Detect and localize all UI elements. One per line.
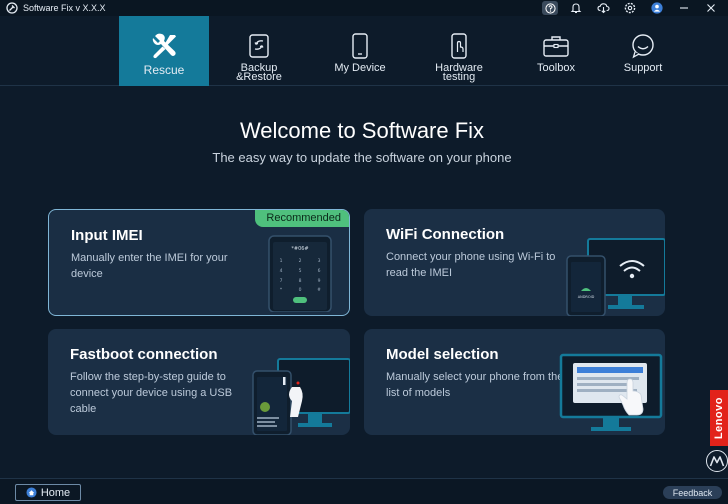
tab-label: My Device [334, 62, 386, 74]
tab-backup-restore[interactable]: Backup &Restore [217, 16, 301, 86]
phone-usb-illustration [252, 358, 350, 435]
svg-text:7: 7 [280, 278, 283, 284]
tab-support[interactable]: Support [604, 16, 682, 86]
page-title: Welcome to Software Fix [239, 118, 485, 143]
user-icon[interactable] [648, 0, 666, 16]
tab-label: Hardware testing [435, 62, 483, 83]
wifi-connection-card[interactable]: WiFi Connection Connect your phone using… [364, 209, 665, 316]
tab-toolbox[interactable]: Toolbox [516, 16, 596, 86]
fastboot-connection-card[interactable]: Fastboot connection Follow the step-by-s… [48, 329, 350, 435]
app-title: Software Fix v X.X.X [23, 3, 106, 13]
tab-hardware-testing[interactable]: Hardware testing [418, 16, 500, 86]
minimize-icon[interactable] [675, 0, 693, 16]
svg-text:#: # [317, 287, 321, 293]
card-title: Model selection [386, 346, 499, 363]
tab-label: Rescue [143, 63, 185, 77]
card-title: Fastboot connection [70, 346, 218, 363]
tab-my-device[interactable]: My Device [319, 16, 401, 86]
phone-monitor-wifi-illustration: ANDROID [566, 238, 665, 316]
phone-icon [350, 32, 370, 60]
card-title: WiFi Connection [386, 226, 505, 243]
backup-restore-icon [247, 32, 271, 60]
motorola-logo-icon[interactable] [706, 450, 728, 472]
toolbox-icon [542, 32, 570, 60]
card-description: Manually enter the IMEI for your device [71, 252, 228, 280]
lenovo-label: Lenovo [713, 396, 725, 440]
title-bar: Software Fix v X.X.X [0, 0, 728, 16]
svg-text:6: 6 [318, 268, 321, 274]
svg-text:2: 2 [299, 258, 302, 264]
svg-text:3: 3 [318, 258, 321, 264]
card-title: Input IMEI [71, 227, 143, 244]
card-description: Follow the step-by-step guide to connect… [70, 371, 233, 415]
home-icon [26, 487, 37, 498]
svg-text:4: 4 [280, 268, 283, 274]
dial-code-text: *#06# [291, 246, 308, 252]
chat-bubble-icon [630, 32, 656, 60]
model-selection-card[interactable]: Model selection Manually select your pho… [364, 329, 665, 435]
tab-label: Toolbox [537, 62, 575, 74]
title-bar-controls [533, 0, 720, 16]
bell-icon[interactable] [567, 0, 585, 16]
status-bar [0, 478, 728, 504]
close-icon[interactable] [702, 0, 720, 16]
card-description: Connect your phone using Wi-Fi to read t… [386, 251, 556, 279]
home-label: Home [40, 486, 71, 499]
recommended-badge: Recommended [255, 210, 349, 227]
card-description: Manually select your phone from the list… [386, 371, 564, 399]
main-nav: Rescue Backup &Restore My Device Hardwar… [0, 16, 728, 86]
svg-text:8: 8 [299, 278, 302, 284]
tab-label: Backup &Restore [236, 62, 282, 83]
app-logo-icon [6, 2, 18, 14]
wrench-screwdriver-icon [149, 32, 179, 60]
tab-label: Support [623, 62, 663, 74]
settings-icon[interactable] [621, 0, 639, 16]
help-icon[interactable] [542, 1, 558, 15]
lenovo-logo[interactable]: Lenovo [710, 390, 728, 446]
svg-text:5: 5 [299, 268, 302, 274]
feedback-button[interactable]: Feedback [663, 486, 722, 499]
dialpad-phone-illustration: *#06# 123 456 789 * 0 # [268, 235, 332, 312]
home-button[interactable]: Home [15, 484, 81, 501]
svg-text:1: 1 [280, 258, 283, 264]
cloud-download-icon[interactable] [594, 0, 612, 16]
android-label: ANDROID [578, 295, 595, 299]
phone-touch-icon [448, 32, 470, 60]
monitor-list-illustration [559, 353, 663, 431]
svg-text:9: 9 [318, 278, 321, 284]
tab-rescue[interactable]: Rescue [119, 16, 209, 86]
svg-text:0: 0 [299, 287, 302, 293]
input-imei-card[interactable]: Input IMEI Manually enter the IMEI for y… [48, 209, 350, 316]
page-subtitle: The easy way to update the software on y… [212, 150, 512, 165]
